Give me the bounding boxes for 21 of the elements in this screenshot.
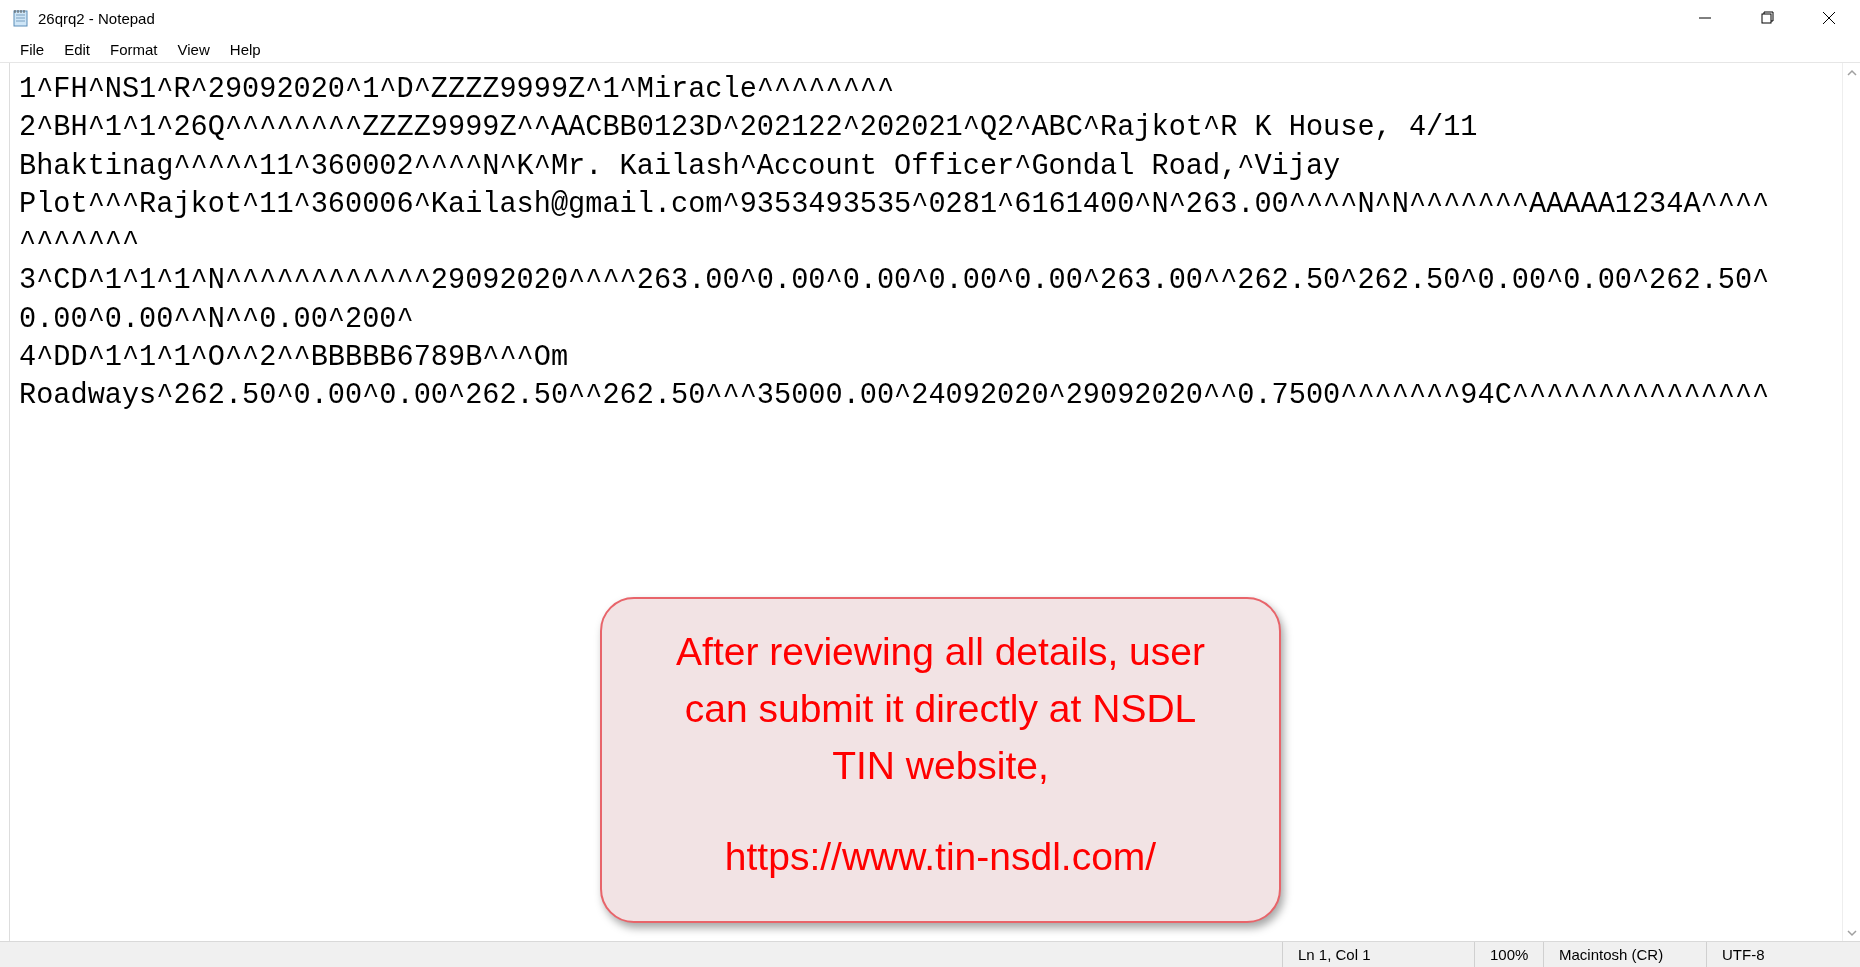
window-title: 26qrq2 - Notepad bbox=[38, 9, 155, 27]
text-line: 4^DD^1^1^1^O^^2^^BBBBB6789B^^^Om bbox=[19, 340, 569, 377]
notepad-icon bbox=[12, 9, 30, 27]
line-ending: Macintosh (CR) bbox=[1543, 942, 1706, 967]
menu-item[interactable]: Help bbox=[219, 40, 271, 58]
menu-item[interactable]: Format bbox=[100, 40, 168, 58]
menu-item[interactable]: File bbox=[10, 40, 55, 58]
menu-item[interactable]: View bbox=[167, 40, 220, 58]
text-line: Roadways^262.50^0.00^0.00^262.50^^262.50^^^35000.00^24092020^29092020^^0.7500^^^^^^^94C^^^^^^^^^^^^^^^ bbox=[19, 378, 1770, 415]
text-line: 1^FH^NS1^R^29092020^1^D^ZZZZ9999Z^1^Miracle^^^^^^^^ bbox=[19, 72, 895, 108]
zoom-level: 100% bbox=[1474, 942, 1543, 967]
text-line: 2^BH^1^1^26Q^^^^^^^^ZZZZ9999Z^^AACBB0123D^202122^202021^Q2^ABC^Rajkot^R K House, 4/11 bbox=[19, 110, 1478, 147]
encoding: UTF-8 bbox=[1706, 942, 1856, 967]
cursor-position: Ln 1, Col 1 bbox=[1282, 942, 1474, 967]
menu-item[interactable]: Edit bbox=[54, 40, 101, 58]
text-line: 3^CD^1^1^1^N^^^^^^^^^^^^29092020^^^^263.00^0.00^0.00^0.00^0.00^263.00^^262.50^262.50^0.00^0.00^262.50^ bbox=[19, 263, 1770, 300]
callout-text: After reviewing all details, user can submit it directly at NSDL TIN website, bbox=[675, 629, 1206, 789]
text-line: 0.00^0.00^^N^^0.00^200^ bbox=[19, 301, 414, 338]
text-line: Bhaktinag^^^^^11^360002^^^^N^K^Mr. Kailash^Account Officer^Gondal Road,^Vijay bbox=[19, 148, 1341, 185]
text-line: Plot^^^Rajkot^11^360006^Kailash@gmail.com^9353493535^0281^6161400^N^263.00^^^^N^N^^^^^^^AAAAA1234A^^^^ bbox=[19, 186, 1770, 223]
text-line: ^^^^^^^ bbox=[19, 225, 140, 262]
